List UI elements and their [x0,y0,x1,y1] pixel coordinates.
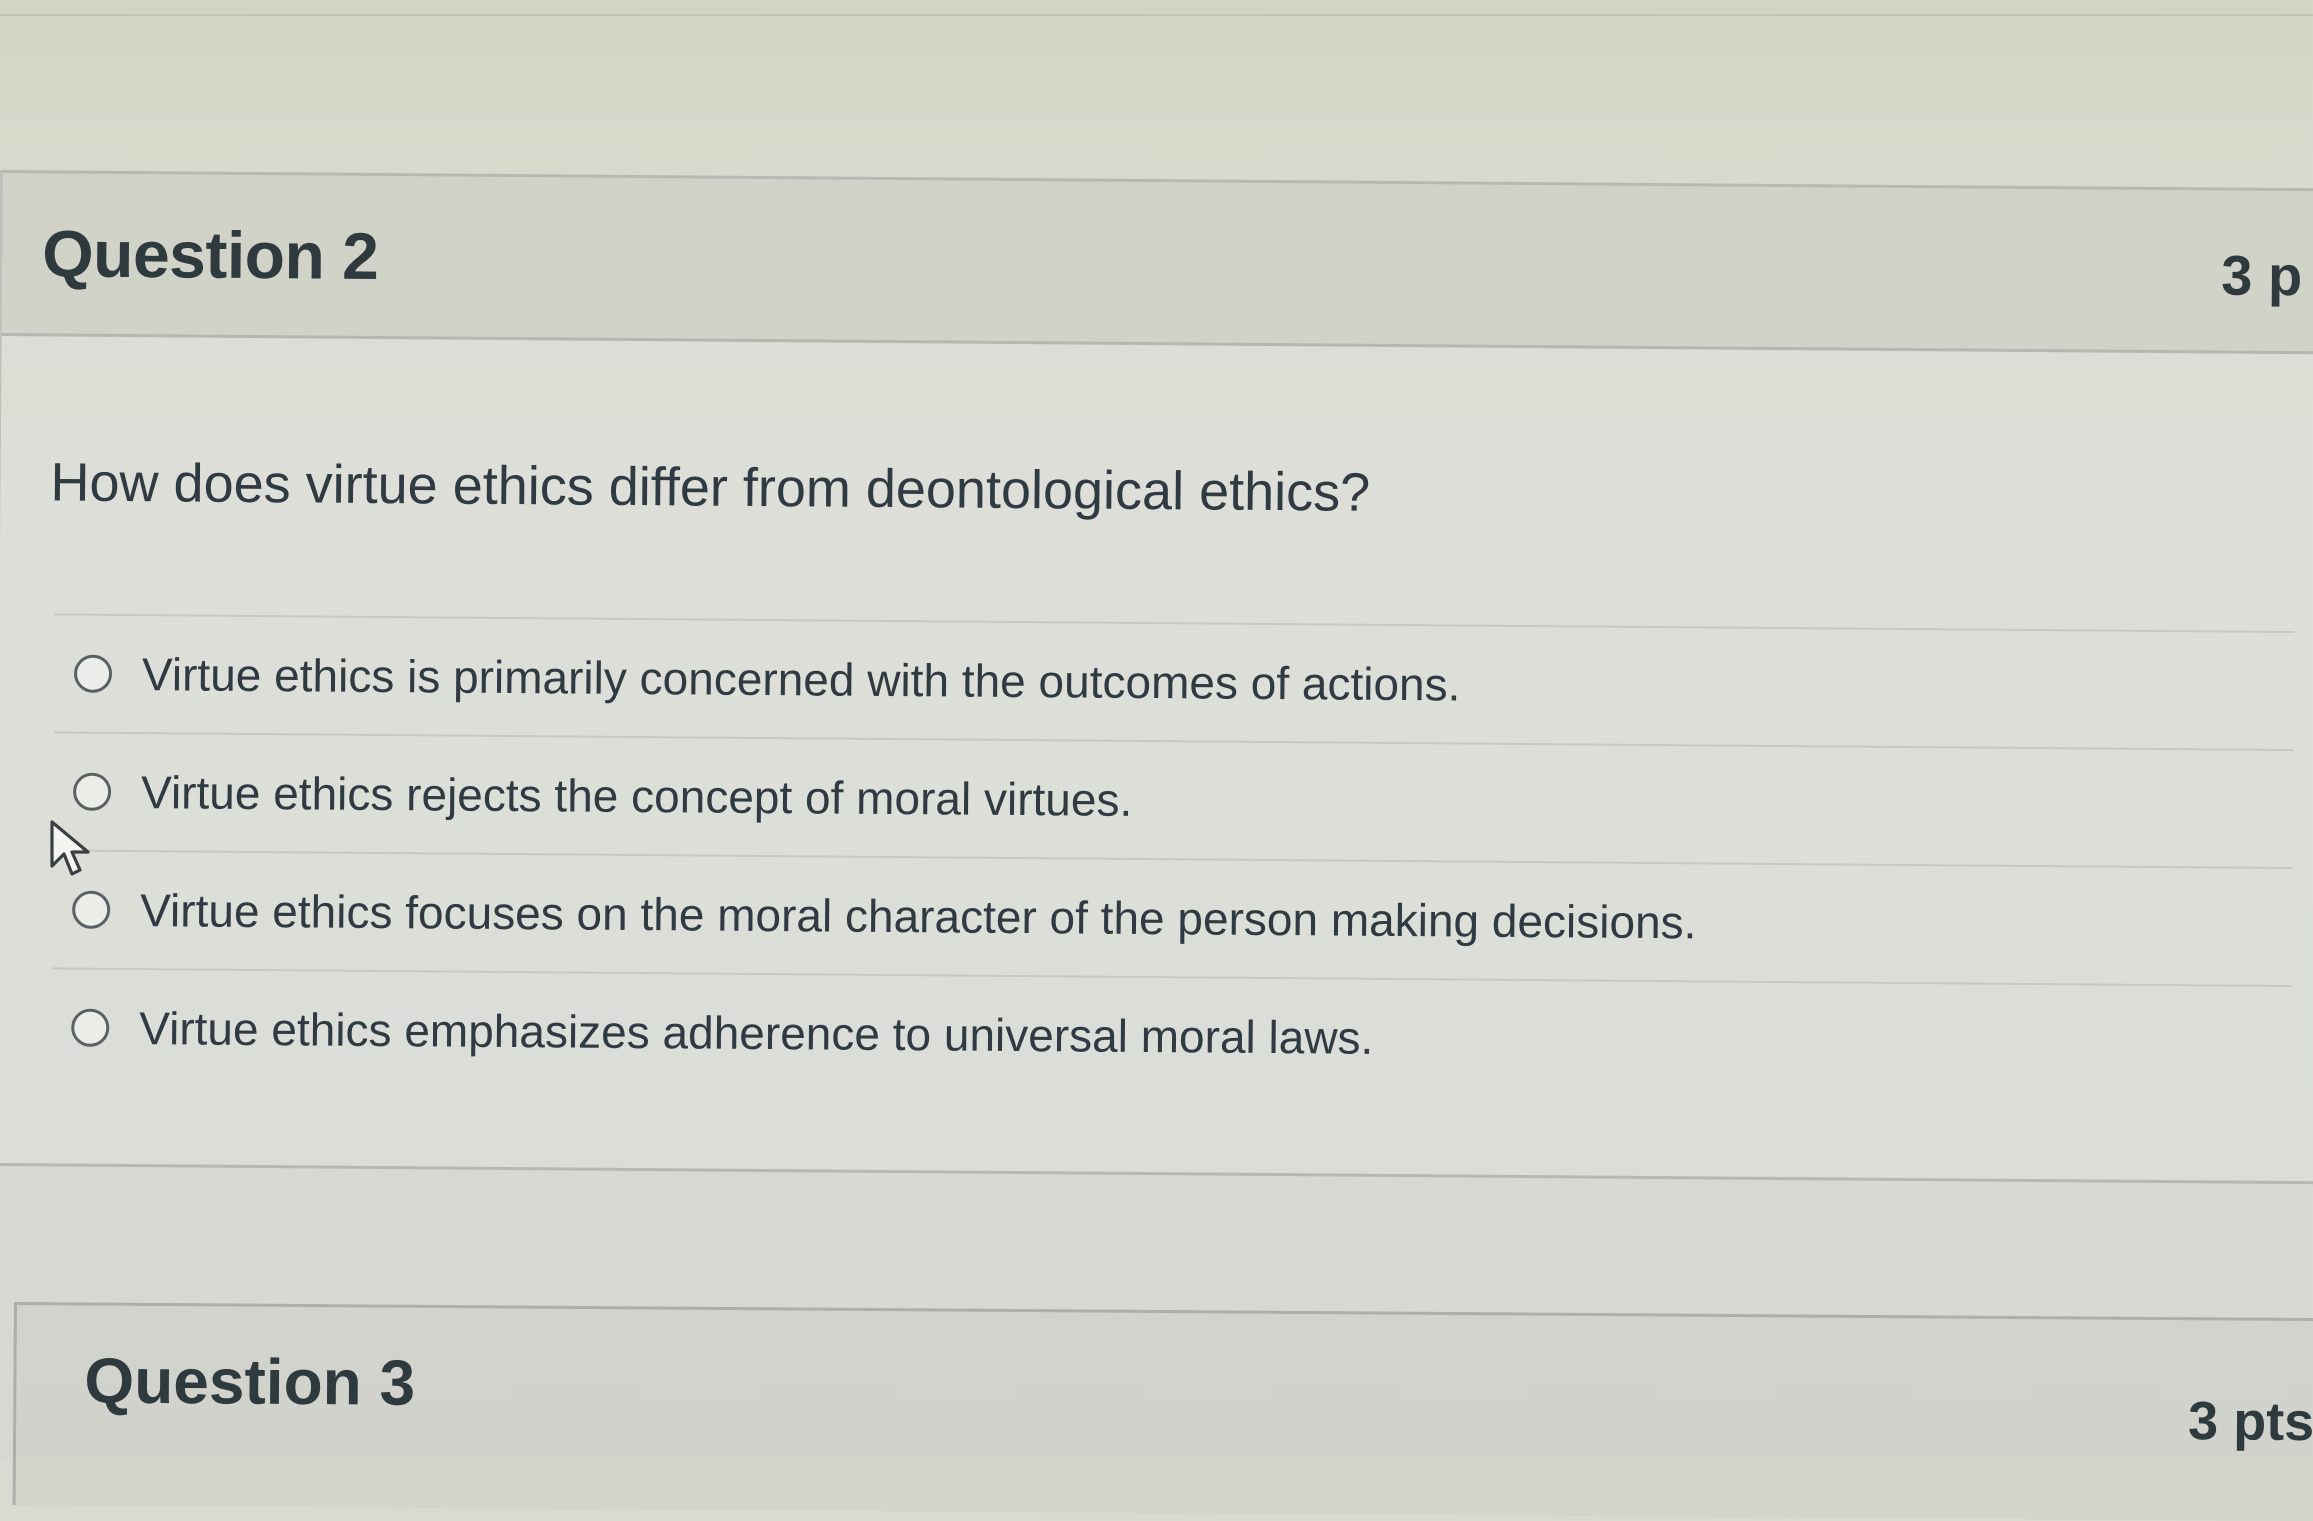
answer-option-3[interactable]: Virtue ethics focuses on the moral chara… [51,849,2293,986]
radio-unselected-icon[interactable] [73,654,113,693]
answer-option-4[interactable]: Virtue ethics emphasizes adherence to un… [50,967,2292,1104]
question-3-title: Question 3 [84,1344,416,1419]
answer-options: Virtue ethics is primarily concerned wit… [50,613,2295,1104]
question-2-header: Question 2 3 p [1,173,2313,355]
radio-unselected-icon[interactable] [71,1008,110,1047]
mouse-pointer-icon [50,820,90,876]
question-2-title: Question 2 [42,216,379,293]
answer-option-2[interactable]: Virtue ethics rejects the concept of mor… [52,731,2294,868]
radio-unselected-icon[interactable] [72,772,112,811]
question-2-points: 3 p [2221,243,2303,308]
answer-option-1[interactable]: Virtue ethics is primarily concerned wit… [53,613,2295,750]
question-3-card: Question 3 3 pts [12,1302,2313,1521]
question-2-card: Question 2 3 p How does virtue ethics di… [0,170,2313,1185]
answer-label-2: Virtue ethics rejects the concept of mor… [140,766,1133,826]
answer-label-1: Virtue ethics is primarily concerned wit… [141,648,1461,711]
radio-unselected-icon[interactable] [72,890,111,929]
top-divider [0,0,2313,16]
answer-label-4: Virtue ethics emphasizes adherence to un… [139,1002,1374,1064]
question-3-points: 3 pts [2187,1391,2313,1453]
answer-label-3: Virtue ethics focuses on the moral chara… [139,884,1697,949]
question-2-text: How does virtue ethics differ from deont… [50,452,1371,523]
